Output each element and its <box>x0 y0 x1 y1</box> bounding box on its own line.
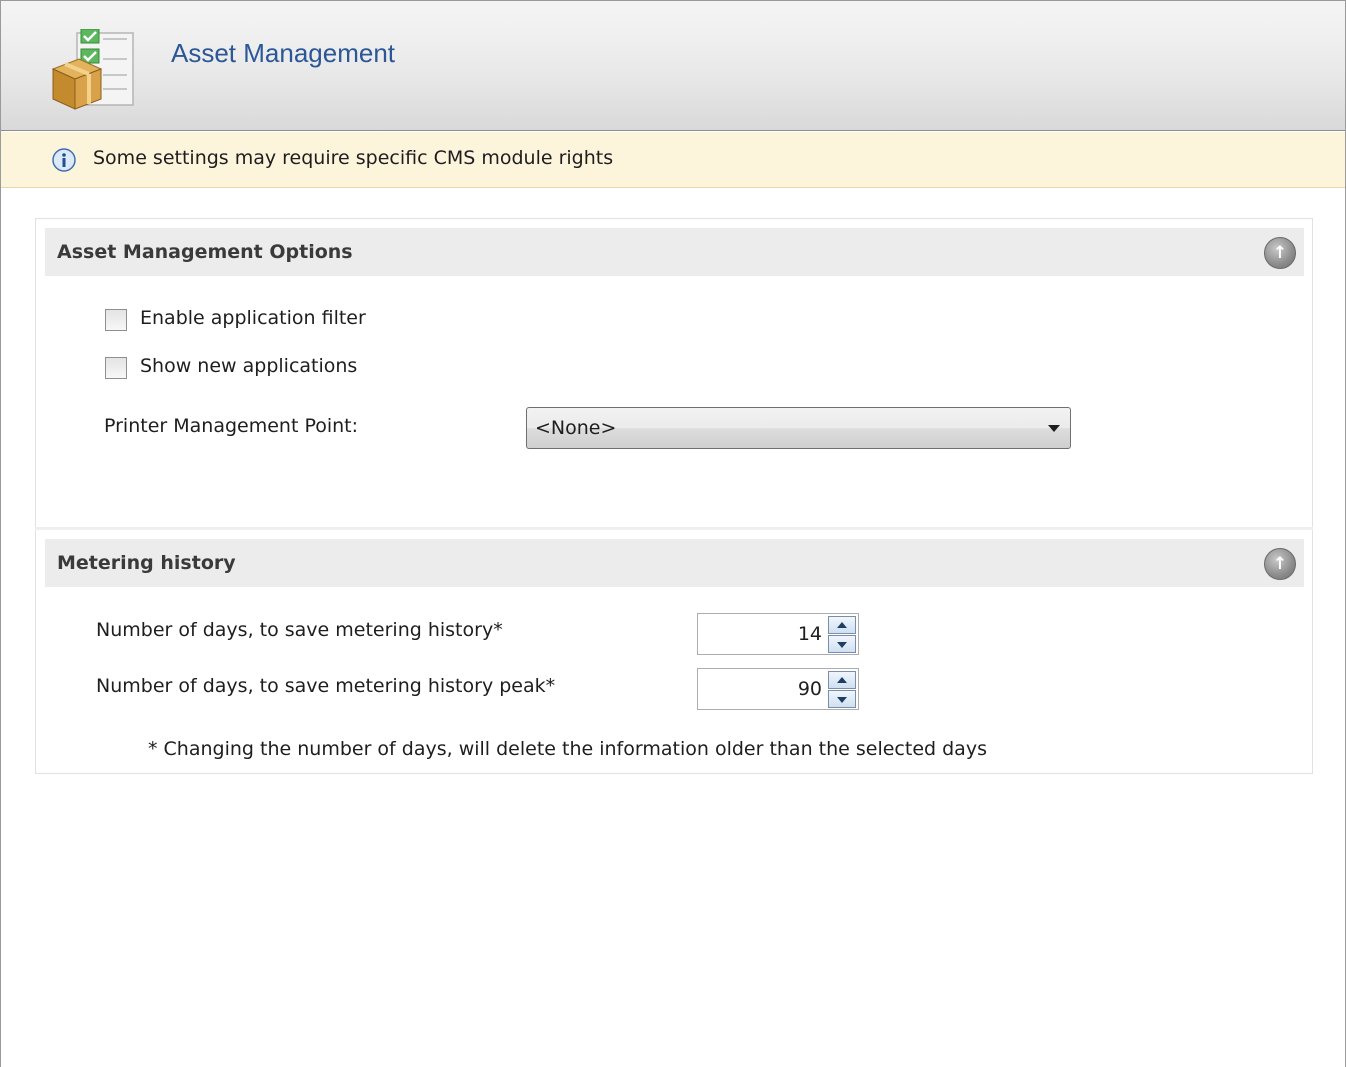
section-title: Metering history <box>57 552 236 574</box>
arrow-up-icon <box>837 622 847 628</box>
stepper-value[interactable]: 90 <box>798 678 822 700</box>
section-header-asset-options[interactable]: Asset Management Options ↑ <box>45 228 1304 276</box>
collapse-up-icon[interactable]: ↑ <box>1264 237 1296 269</box>
asset-management-icon <box>51 29 134 110</box>
spin-up-button[interactable] <box>828 671 856 689</box>
metering-history-days-stepper[interactable]: 14 <box>697 613 859 655</box>
section-title: Asset Management Options <box>57 241 353 263</box>
section-header-metering-history[interactable]: Metering history ↑ <box>45 539 1304 587</box>
stepper-value[interactable]: 14 <box>798 623 822 645</box>
spin-up-button[interactable] <box>828 616 856 634</box>
info-icon <box>52 148 76 172</box>
spin-down-button[interactable] <box>828 635 856 653</box>
info-message: Some settings may require specific CMS m… <box>93 147 614 169</box>
arrow-down-icon <box>837 697 847 703</box>
checkbox-label[interactable]: Enable application filter <box>140 307 366 329</box>
chevron-down-icon <box>1048 425 1060 432</box>
page-header: Asset Management <box>1 1 1345 131</box>
arrow-up-icon <box>837 677 847 683</box>
page-title: Asset Management <box>171 38 396 68</box>
show-new-applications-checkbox[interactable] <box>105 357 127 379</box>
collapse-up-icon[interactable]: ↑ <box>1264 548 1296 580</box>
select-value: <None> <box>535 417 617 439</box>
metering-history-peak-days-stepper[interactable]: 90 <box>697 668 859 710</box>
checkbox-label[interactable]: Show new applications <box>140 355 357 377</box>
printer-management-point-label: Printer Management Point: <box>104 415 359 437</box>
metering-history-days-label: Number of days, to save metering history… <box>96 619 503 641</box>
section-divider <box>35 527 1313 530</box>
printer-management-point-select[interactable]: <None> <box>526 407 1071 449</box>
spin-down-button[interactable] <box>828 690 856 708</box>
arrow-down-icon <box>837 642 847 648</box>
enable-application-filter-checkbox[interactable] <box>105 309 127 331</box>
asset-management-window: Asset Management Some settings may requi… <box>0 0 1346 1067</box>
metering-history-peak-days-label: Number of days, to save metering history… <box>96 675 556 697</box>
metering-footnote: * Changing the number of days, will dele… <box>148 738 987 760</box>
